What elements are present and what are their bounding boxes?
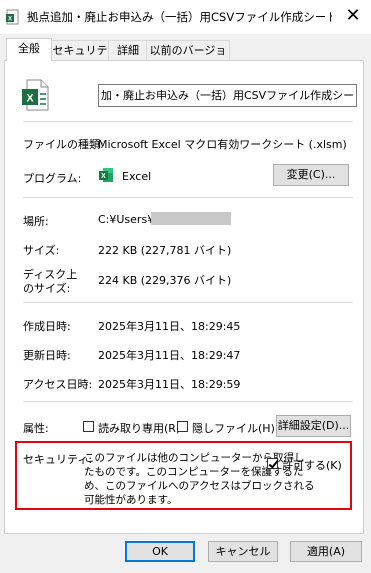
- file-type-value: Microsoft Excel マクロ有効ワークシート (.xlsm): [98, 138, 347, 151]
- cancel-button[interactable]: キャンセル: [208, 541, 278, 562]
- ok-button[interactable]: OK: [125, 541, 195, 562]
- location-value: C:¥Users¥: [98, 213, 155, 226]
- security-message-line: 可能性があります。: [84, 494, 178, 506]
- security-label: セキュリティ:: [23, 453, 93, 466]
- security-message-line: このファイルは他のコンピューターから取得し: [84, 452, 305, 464]
- security-message: このファイルは他のコンピューターから取得し たものです。このコンピューターを保護…: [84, 451, 314, 507]
- size-label: サイズ:: [23, 244, 60, 257]
- program-label: プログラム:: [23, 172, 82, 185]
- tab-previous-versions[interactable]: 以前のバージョン: [146, 40, 230, 76]
- divider: [23, 401, 353, 402]
- divider: [23, 302, 353, 303]
- modified-label: 更新日時:: [23, 349, 71, 362]
- modified-value: 2025年3月11日、18:29:47: [98, 349, 241, 362]
- location-label: 場所:: [23, 215, 49, 228]
- tab-security[interactable]: セキュリティ: [50, 40, 110, 76]
- advanced-attributes-button[interactable]: 詳細設定(D)...: [276, 415, 351, 437]
- hidden-checkbox[interactable]: [177, 421, 188, 432]
- tab-general[interactable]: 全般: [6, 38, 52, 61]
- general-tab-panel: X 加・廃止お申込み（一括）用CSVファイル作成シート.xlsm ファイルの種類…: [4, 60, 364, 534]
- created-value: 2025年3月11日、18:29:45: [98, 320, 241, 333]
- change-program-button[interactable]: 変更(C)...: [273, 164, 349, 186]
- redacted-path: [151, 212, 231, 225]
- security-message-line: め、このファイルへのアクセスはブロックされる: [84, 480, 315, 492]
- excel-file-icon: X: [6, 9, 19, 25]
- created-label: 作成日時:: [23, 320, 71, 333]
- divider: [23, 121, 353, 122]
- attributes-label: 属性:: [23, 422, 49, 435]
- program-value: Excel: [122, 170, 152, 183]
- tab-details[interactable]: 詳細: [108, 40, 148, 60]
- file-name-field[interactable]: 加・廃止お申込み（一括）用CSVファイル作成シート.xlsm: [98, 84, 357, 107]
- accessed-value: 2025年3月11日、18:29:59: [98, 378, 241, 391]
- close-icon[interactable]: ✕: [341, 4, 365, 28]
- unblock-label[interactable]: 許可する(K): [282, 457, 342, 473]
- svg-text:X: X: [26, 93, 34, 105]
- excel-app-icon: X: [99, 168, 113, 182]
- divider: [23, 197, 353, 198]
- window-title: 拠点追加・廃止お申込み（一括）用CSVファイル作成シート.xlsmのプロ…: [27, 10, 332, 24]
- disk-size-label-line2: のサイズ:: [23, 282, 71, 295]
- readonly-label[interactable]: 読み取り専用(R): [98, 420, 180, 436]
- file-type-label: ファイルの種類:: [23, 138, 104, 151]
- security-message-line: たものです。このコンピューターを保護するた: [84, 466, 304, 478]
- size-value: 222 KB (227,781 バイト): [98, 244, 232, 257]
- excel-file-icon: X: [22, 79, 49, 111]
- svg-text:X: X: [8, 17, 12, 23]
- accessed-label: アクセス日時:: [23, 378, 93, 391]
- unblock-checkbox[interactable]: [267, 458, 278, 469]
- readonly-checkbox[interactable]: [83, 421, 94, 432]
- apply-button[interactable]: 適用(A): [290, 541, 362, 562]
- disk-size-value: 224 KB (229,376 バイト): [98, 274, 232, 287]
- title-bar: X 拠点追加・廃止お申込み（一括）用CSVファイル作成シート.xlsmのプロ… …: [0, 0, 371, 34]
- hidden-label[interactable]: 隠しファイル(H): [192, 420, 275, 436]
- svg-text:X: X: [101, 173, 106, 180]
